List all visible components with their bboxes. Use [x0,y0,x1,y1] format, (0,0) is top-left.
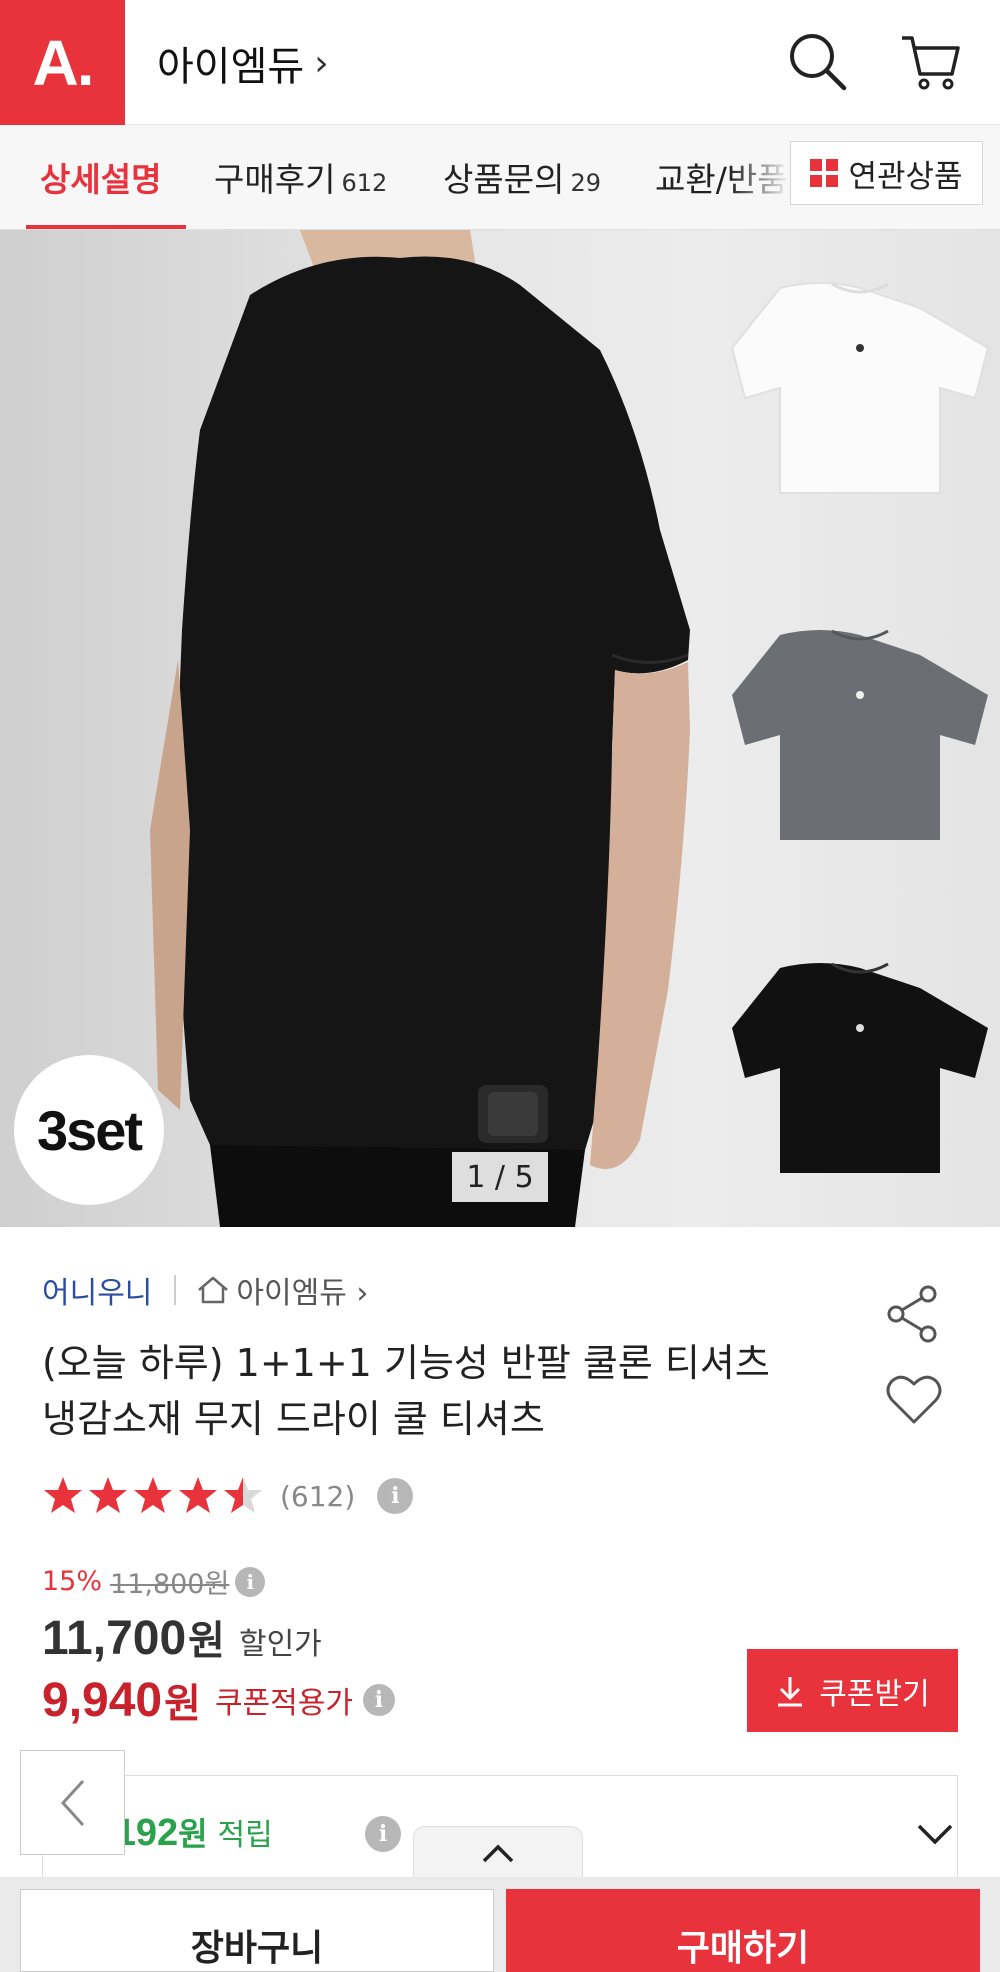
product-photo [150,230,990,1227]
tab-inquiries-count: 29 [570,169,601,197]
chevron-up-icon [482,1844,514,1862]
seller-row: 어니우니 아이엠듀 › [42,1268,368,1312]
store-link[interactable]: 아이엠듀 › [196,1268,368,1312]
image-page-indicator: 1 / 5 [452,1152,548,1202]
home-icon [198,1276,229,1304]
store-link-label: 아이엠듀 › [236,1276,369,1311]
store-name-label: 아이엠듀 [157,44,305,90]
buy-now-button[interactable]: 구매하기 [506,1889,980,1972]
product-title: (오늘 하루) 1+1+1 기능성 반팔 쿨론 티셔츠 냉감소재 무지 드라이 … [42,1335,862,1447]
brand-logo[interactable]: A. [0,0,125,125]
get-coupon-button[interactable]: 쿠폰받기 [747,1649,958,1732]
tab-reviews-count: 612 [341,169,388,197]
back-button[interactable] [20,1750,125,1855]
get-coupon-label: 쿠폰받기 [819,1676,930,1712]
coupon-price-unit: 원 [164,1681,201,1727]
grid-icon [810,159,839,187]
points-unit: 원 [178,1815,208,1853]
discount-row: 15% 11,800원 i [42,1562,266,1601]
share-icon[interactable] [884,1284,944,1344]
coupon-price-row: 9,940 원 쿠폰적용가 i [42,1671,395,1729]
star-rating [42,1475,266,1517]
info-icon[interactable]: i [235,1566,266,1597]
related-products-label: 연관상품 [848,158,963,195]
section-tabs: 상세설명 구매후기 612 상품문의 29 교환/반품 연관상품 [0,125,1000,230]
tab-detail[interactable]: 상세설명 [40,153,161,201]
heart-icon[interactable] [884,1372,944,1428]
chevron-left-icon [60,1779,84,1826]
info-icon[interactable]: i [377,1478,414,1514]
product-image-carousel[interactable]: 3set 1 / 5 [0,230,1000,1227]
info-icon[interactable]: i [365,1816,401,1852]
tab-inquiries-label: 상품문의 [443,160,565,199]
tab-detail-label: 상세설명 [40,160,162,199]
product-title-line1: (오늘 하루) 1+1+1 기능성 반팔 쿨론 티셔츠 [42,1341,770,1385]
chevron-down-icon[interactable] [913,1814,957,1854]
sale-price-label: 할인가 [238,1627,322,1662]
tab-fade [730,125,790,229]
points-label: 적립 [217,1818,273,1853]
tab-reviews[interactable]: 구매후기 612 [214,153,387,201]
sale-price-unit: 원 [188,1618,225,1664]
sale-price-row: 11,700 원 할인가 [42,1608,322,1666]
coupon-price-label: 쿠폰적용가 [214,1686,353,1721]
bottom-action-bar: 장바구니 구매하기 [0,1877,1000,1972]
chevron-right-icon: › [314,42,329,84]
download-icon [778,1676,803,1706]
expand-panel-tab[interactable] [413,1826,583,1878]
discount-percent: 15% [42,1566,103,1597]
sale-price: 11,700 [42,1612,187,1665]
coupon-price: 9,940 [42,1673,163,1727]
store-name-link[interactable]: 아이엠듀 › [157,34,329,92]
search-icon[interactable] [786,30,850,94]
buy-now-label: 구매하기 [676,1927,810,1969]
tab-reviews-label: 구매후기 [214,160,336,199]
review-count: (612) [280,1479,356,1513]
top-header: A. 아이엠듀 › [0,0,1000,125]
add-to-cart-button[interactable]: 장바구니 [20,1889,494,1972]
seller-name-link[interactable]: 어니우니 [42,1268,152,1312]
product-title-line2: 냉감소재 무지 드라이 쿨 티셔츠 [42,1397,545,1441]
set-badge: 3set [14,1055,164,1205]
divider [174,1275,177,1305]
original-price: 11,800원 [110,1569,230,1600]
info-icon[interactable]: i [362,1684,395,1716]
cart-icon[interactable] [898,30,962,94]
related-products-button[interactable]: 연관상품 [790,141,983,205]
rating-row[interactable]: (612) i [42,1475,414,1517]
tab-inquiries[interactable]: 상품문의 29 [443,153,601,201]
add-to-cart-label: 장바구니 [190,1927,324,1969]
